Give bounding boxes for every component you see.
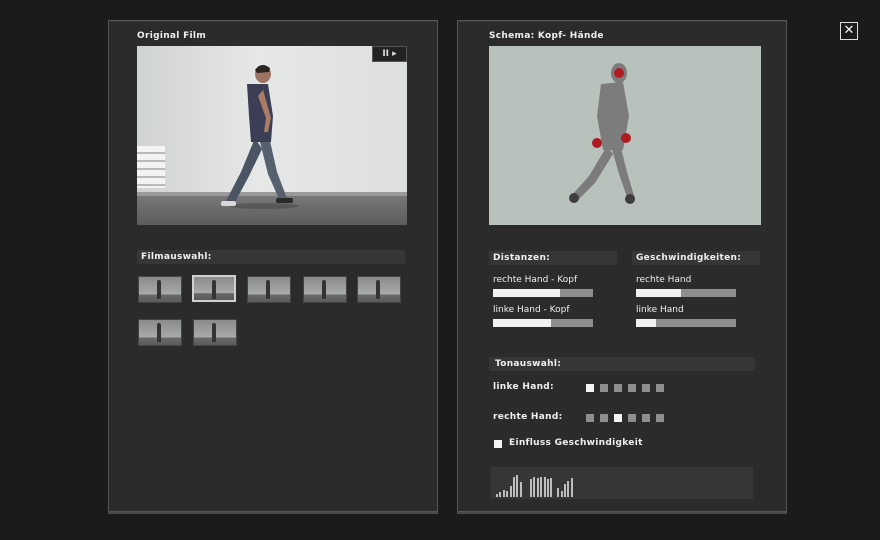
spectrum-peak [540,477,543,497]
film-thumbnail-4[interactable] [303,276,347,303]
sound-spectrum [491,467,753,499]
left-hand-sound-option-6[interactable] [656,384,664,392]
influence-speed-checkbox[interactable] [494,440,502,448]
right-hand-sound-option-1[interactable] [586,414,594,422]
spectrum-peak [536,478,539,497]
film-thumbnail-2[interactable] [192,275,236,302]
right-hand-sound-label: rechte Hand: [493,412,563,422]
spectrum-peak [557,488,560,497]
distance-left-hand-head-label: linke Hand - Kopf [493,305,570,315]
spectrum-peak [547,479,549,497]
head-marker [614,68,624,78]
left-hand-sound-option-1[interactable] [586,384,594,392]
left-hand-sound-option-4[interactable] [628,384,636,392]
spectrum-peak [567,481,570,497]
right-hand-sound-option-4[interactable] [628,414,636,422]
left-hand-sound-option-2[interactable] [600,384,608,392]
close-icon[interactable]: ✕ [840,22,858,40]
film-selection-header: Filmauswahl: [137,250,405,264]
video-player[interactable]: II ▸ [137,46,407,225]
film-thumbnail-7[interactable] [193,319,237,346]
speeds-header: Geschwindigkeiten: [632,251,760,265]
right-hand-sound-option-2[interactable] [600,414,608,422]
speed-right-hand-label: rechte Hand [636,275,692,285]
right-hand-sound-option-5[interactable] [642,414,650,422]
spectrum-peak [506,491,509,497]
spectrum-peak [530,479,532,497]
spectrum-peak [533,477,536,497]
speed-right-hand-bar [636,289,736,297]
schema-view [489,46,761,225]
distance-right-hand-head-bar [493,289,593,297]
spectrum-peak [543,477,546,497]
left-hand-sound-option-5[interactable] [642,384,650,392]
distances-header: Distanzen: [489,251,617,265]
spectrum-peak [499,492,502,497]
walking-person [221,64,299,209]
right-hand-marker [621,133,631,143]
spectrum-peak [570,478,573,497]
spectrum-peak [513,477,515,497]
speed-left-hand-label: linke Hand [636,305,684,315]
film-thumbnail-5[interactable] [357,276,401,303]
spectrum-peak [516,475,519,497]
left-hand-sound-option-3[interactable] [614,384,622,392]
spectrum-peak [502,490,505,497]
speed-left-hand-bar [636,319,736,327]
film-thumbnail-6[interactable] [138,319,182,346]
spectrum-peak [564,484,566,497]
right-hand-sound-option-6[interactable] [656,414,664,422]
film-thumbnail-3[interactable] [247,276,291,303]
schema-panel-title: Schema: Kopf- Hände [489,31,604,41]
schema-panel: Schema: Kopf- Hände Distanzen: Geschwind… [457,20,787,514]
influence-speed-label: Einfluss Geschwindigkeit [509,438,643,448]
spectrum-peak [560,491,563,497]
distance-right-hand-head-label: rechte Hand - Kopf [493,275,578,285]
film-panel-title: Original Film [137,31,206,41]
left-hand-sound-label: linke Hand: [493,382,554,392]
sound-selection-header: Tonauswahl: [489,357,755,371]
spectrum-peak [496,494,498,497]
schema-figure [569,63,635,204]
spectrum-peak [550,478,553,497]
left-hand-marker [592,138,602,148]
play-pause-control[interactable]: II ▸ [372,46,407,62]
right-hand-sound-option-3[interactable] [614,414,622,422]
film-panel: Original Film II ▸ Filmauswahl: [108,20,438,514]
spectrum-peak [509,486,512,497]
spectrum-peak [519,482,522,497]
distance-left-hand-head-bar [493,319,593,327]
film-thumbnail-1[interactable] [138,276,182,303]
